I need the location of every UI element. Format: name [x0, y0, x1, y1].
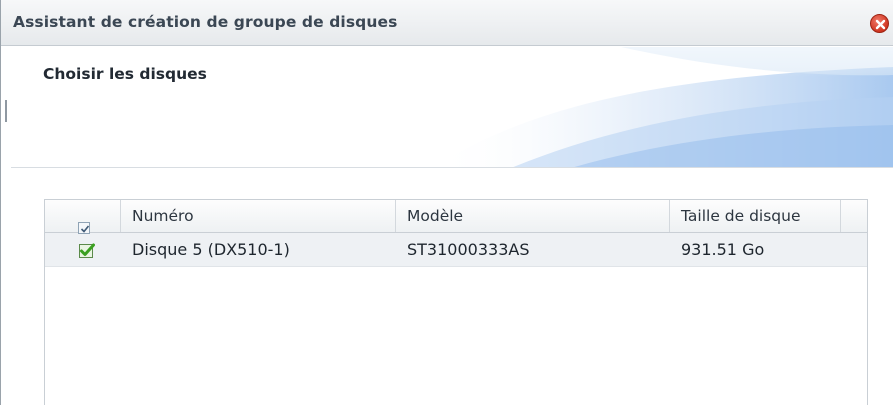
green-check-icon[interactable]	[79, 243, 95, 259]
close-button[interactable]	[870, 14, 889, 33]
wizard-window: Assistant de création de groupe de disqu…	[0, 0, 893, 405]
window-edge-marker	[5, 100, 7, 122]
column-header-modele[interactable]: Modèle	[396, 200, 670, 232]
table-row[interactable]: Disque 5 (DX510-1) ST31000333AS 931.51 G…	[45, 233, 867, 267]
table-header: Numéro Modèle Taille de disque	[45, 200, 867, 233]
cell-modele: ST31000333AS	[407, 240, 530, 259]
disk-table: Numéro Modèle Taille de disque Disque 5 …	[44, 199, 868, 405]
wizard-banner: Choisir les disques	[11, 47, 893, 168]
column-header-numero[interactable]: Numéro	[121, 200, 396, 232]
checkbox-icon	[80, 225, 90, 233]
close-icon	[875, 19, 886, 30]
cell-taille: 931.51 Go	[681, 240, 765, 259]
step-title: Choisir les disques	[43, 65, 207, 83]
column-header-taille[interactable]: Taille de disque	[670, 200, 841, 232]
cell-numero: Disque 5 (DX510-1)	[132, 240, 290, 259]
window-title: Assistant de création de groupe de disqu…	[13, 13, 398, 31]
title-bar[interactable]: Assistant de création de groupe de disqu…	[1, 0, 893, 46]
select-all-checkbox[interactable]	[78, 222, 90, 234]
